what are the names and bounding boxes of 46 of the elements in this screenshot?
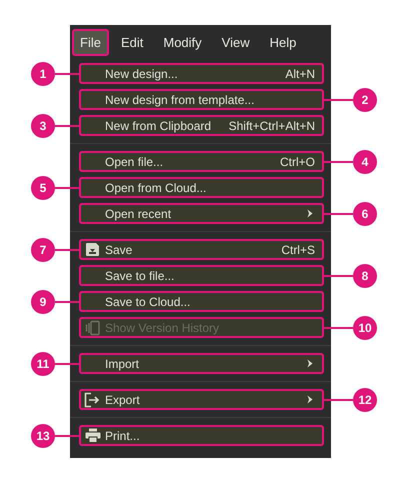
leader-line [55,72,79,74]
export-icon [84,392,101,408]
callout-number: 9 [31,290,55,314]
menu-item[interactable]: New from Clipboard Shift+Ctrl+Alt+N [79,115,324,136]
leader-line [55,300,79,302]
callout-number: 3 [31,114,55,138]
callout-number: 1 [31,62,55,86]
leader-line [324,98,353,100]
menu-item[interactable]: Open from Cloud... [79,177,324,198]
leader-line [55,434,79,436]
menu-item[interactable]: New design... Alt+N [79,63,324,84]
callout-number: 6 [353,202,377,226]
menu-item[interactable]: Save to file... [79,265,324,286]
callout-number: 4 [353,150,377,174]
leader-line [55,248,79,250]
menu-item[interactable]: Print... [79,425,324,446]
leader-line [324,212,353,214]
menu-bar-item[interactable]: Modify [155,29,210,56]
leader-line [55,362,79,364]
callout-number: 11 [31,352,55,376]
leader-line [324,160,353,162]
menu-bar-item[interactable]: File [72,29,109,56]
menu-item[interactable]: Save Ctrl+S [79,239,324,260]
callout-number: 12 [353,388,377,412]
callout-number: 7 [31,238,55,262]
menu-bar-item[interactable]: Help [262,29,304,56]
callout-number: 8 [353,264,377,288]
stacked-pages-icon [84,320,100,336]
menu-item[interactable]: Open recent [79,203,324,224]
leader-line [324,274,353,276]
callout-number: 10 [353,316,377,340]
menu-bar-item[interactable]: Edit [112,29,152,56]
menu-bar-item[interactable]: View [214,29,258,56]
leader-line [324,326,353,328]
printer-icon [84,428,100,443]
menu-item[interactable]: Save to Cloud... [79,291,324,312]
leader-line [324,398,353,400]
menu-item[interactable]: Open file... Ctrl+O [79,151,324,172]
leader-line [55,186,79,188]
menu-item[interactable]: New design from template... [79,89,324,110]
menu-item[interactable]: Export [79,389,324,410]
callout-number: 2 [353,88,377,112]
leader-line [55,124,79,126]
menu-item[interactable]: Import [79,353,324,374]
callout-number: 13 [31,424,55,448]
callout-number: 5 [31,176,55,200]
